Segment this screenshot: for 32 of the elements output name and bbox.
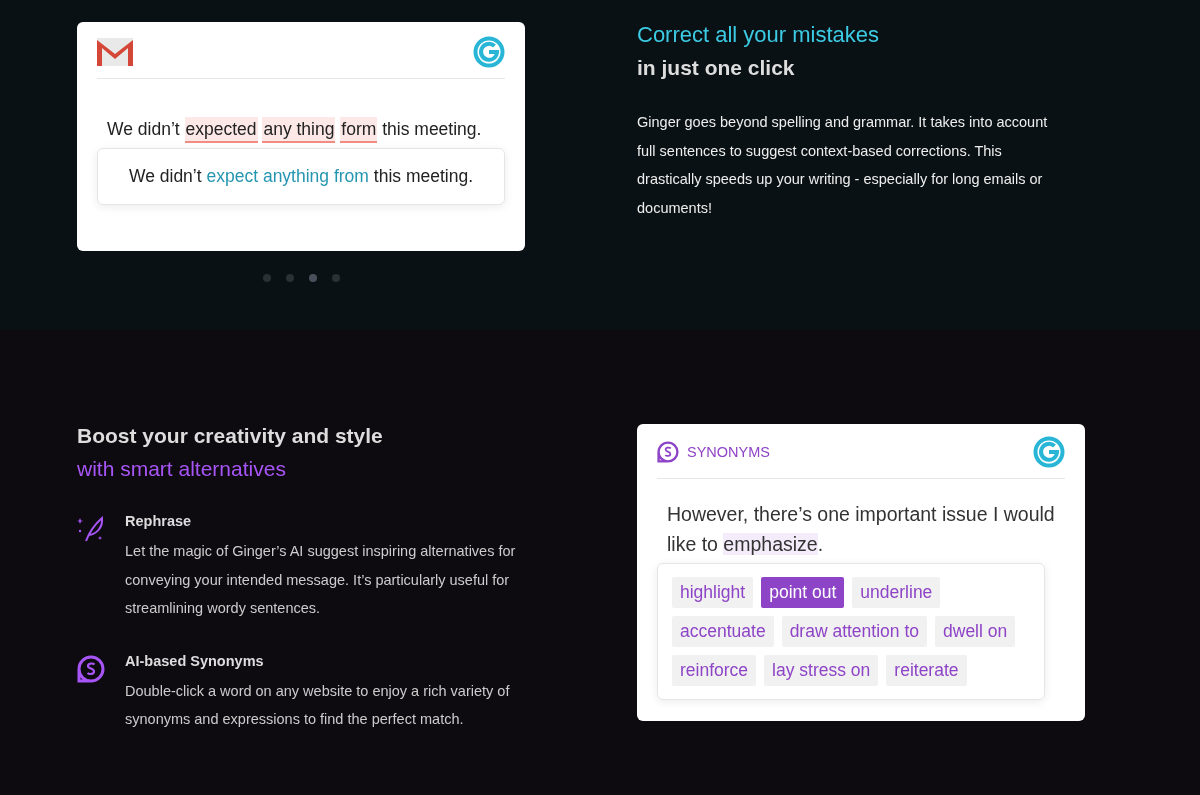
- feature-title: Rephrase: [125, 513, 193, 529]
- carousel-dot[interactable]: [262, 274, 271, 282]
- carousel-dot[interactable]: [308, 274, 317, 282]
- carousel-dot[interactable]: [331, 274, 340, 282]
- synonym-option[interactable]: accentuate: [672, 616, 774, 647]
- example-sentence: However, there’s one important issue I would like to emphasize.: [667, 502, 1056, 557]
- corrected-sentence: We didn’t expect anything from this meeting.: [97, 148, 505, 205]
- synonym-option[interactable]: lay stress on: [764, 655, 879, 686]
- synonym-option[interactable]: reinforce: [672, 655, 757, 686]
- synonym-option[interactable]: draw attention to: [781, 616, 927, 647]
- g-logo-icon: [1033, 436, 1065, 468]
- feature-title: AI-based Synonyms: [125, 652, 265, 669]
- section-subtitle: with smart alternatives: [77, 457, 287, 481]
- synonyms-icon: [77, 654, 105, 683]
- original-sentence: We didn’t expected any thing form this meeting.: [107, 116, 482, 142]
- feather-icon: [77, 515, 105, 543]
- section-title: Correct all your mistakes: [637, 22, 881, 48]
- synonyms-icon: [657, 441, 679, 463]
- card-label: SYNONYMS: [687, 444, 770, 460]
- synonym-option[interactable]: highlight: [672, 577, 754, 608]
- synonym-option[interactable]: dwell on: [935, 616, 1016, 647]
- synonym-option[interactable]: point out: [761, 577, 845, 608]
- carousel-dot[interactable]: [285, 274, 294, 282]
- synonym-option[interactable]: underline: [852, 577, 941, 608]
- section-subtitle: in just one click: [637, 56, 796, 80]
- section-description: Ginger goes beyond spelling and grammar. It takes into account full sentences to suggest context-based corrections. This drastically speeds up your writing - especially for long emails or documents!: [637, 113, 1049, 218]
- feature-description: Double-click a word on any website to enjoy a rich variety of synonyms and expressions to find the perfect match.: [125, 681, 511, 729]
- synonym-option[interactable]: reiterate: [886, 655, 967, 686]
- feature-description: Let the magic of Ginger’s AI suggest inspiring alternatives for conveying your intended message. It’s particularly useful for streamlining wordy sentences.: [125, 542, 517, 618]
- mail-logo-icon: [97, 38, 133, 66]
- g-logo-icon: [473, 36, 505, 68]
- section-title: Boost your creativity and style: [77, 424, 384, 448]
